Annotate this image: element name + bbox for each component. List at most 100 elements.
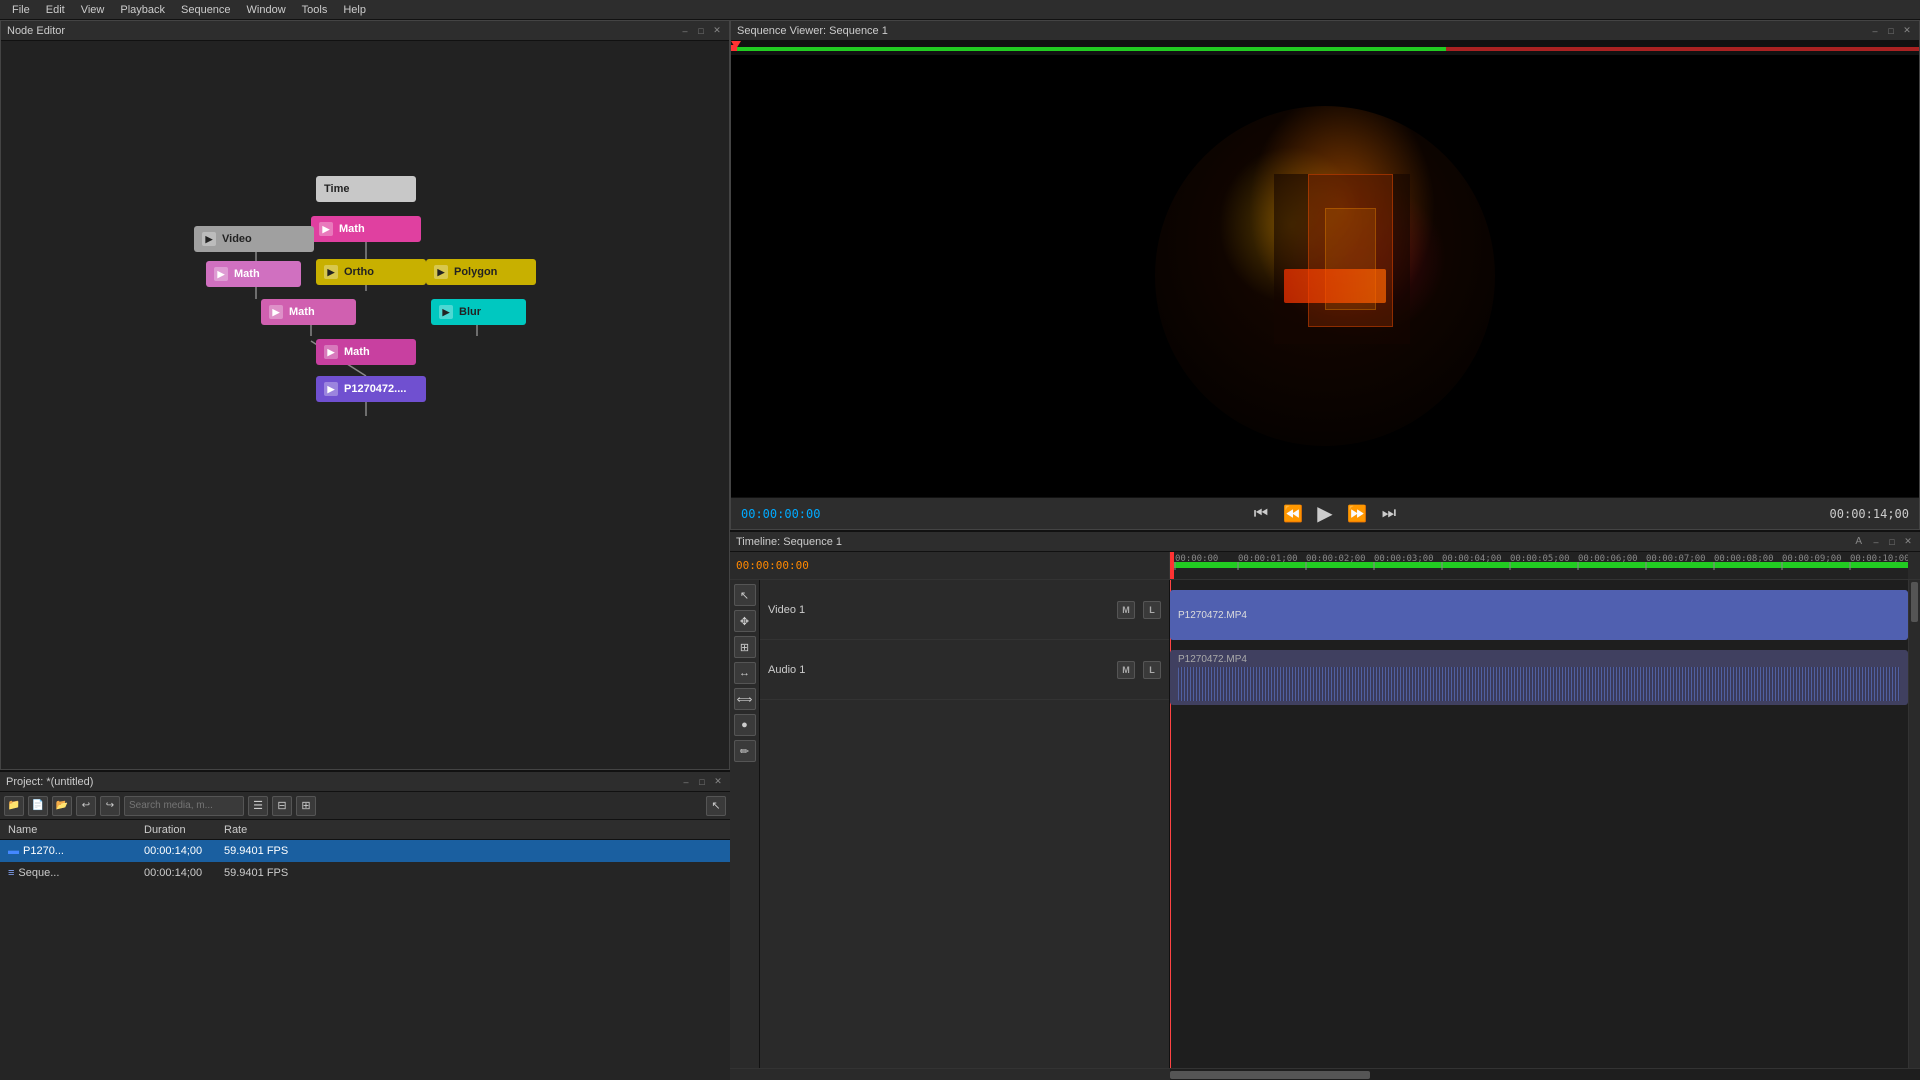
select-tool-btn[interactable]: ↖ (706, 796, 726, 816)
transport-controls: ⏮ ⏪ ▶ ⏩ ⏭ (1249, 502, 1401, 526)
audio1-label-text: Audio 1 (768, 664, 1109, 676)
list-view-btn[interactable]: ☰ (248, 796, 268, 816)
file-name-0: P1270... (23, 845, 64, 857)
project-list-header: Name Duration Rate (0, 820, 730, 840)
timeline-title-bar: Timeline: Sequence 1 A – □ ✕ (730, 532, 1920, 552)
node-math4[interactable]: ▶ Math (316, 339, 416, 365)
timeline-title-label: Timeline: Sequence 1 (736, 536, 842, 548)
svg-text:00:00:08;00: 00:00:08;00 (1714, 554, 1774, 564)
col-header-duration: Duration (144, 824, 224, 836)
node-canvas[interactable]: Time ▶ Math ▶ Video ▶ Math (1, 41, 729, 769)
node-video[interactable]: ▶ Video (194, 226, 314, 252)
node-editor-maximize[interactable]: □ (695, 25, 707, 37)
node-editor-minimize[interactable]: – (679, 25, 691, 37)
node-editor-title-bar: Node Editor – □ ✕ (1, 21, 729, 41)
video1-m-btn[interactable]: M (1117, 601, 1135, 619)
menu-help[interactable]: Help (335, 0, 374, 19)
viewer-controls: 00:00:00:00 ⏮ ⏪ ▶ ⏩ ⏭ 00:00:14;00 (731, 497, 1919, 529)
redo-btn[interactable]: ↪ (100, 796, 120, 816)
viewer-max-btn[interactable]: □ (1885, 25, 1897, 37)
edit-tool[interactable]: ✏ (734, 740, 756, 762)
viewer-close-btn[interactable]: ✕ (1901, 25, 1913, 37)
node-editor-panel: Node Editor – □ ✕ (0, 20, 730, 770)
project-max-btn[interactable]: □ (696, 776, 708, 788)
node-ortho[interactable]: ▶ Ortho (316, 259, 426, 285)
node-time[interactable]: Time (316, 176, 416, 202)
audio1-l-btn[interactable]: L (1143, 661, 1161, 679)
menu-tools[interactable]: Tools (294, 0, 336, 19)
viewer-min-btn[interactable]: – (1869, 25, 1881, 37)
video-clip-label: P1270472.MP4 (1178, 610, 1247, 621)
select-tool[interactable]: ↖ (734, 584, 756, 606)
svg-text:00:00:06;00: 00:00:06;00 (1578, 554, 1638, 564)
step-back-btn[interactable]: ⏪ (1281, 502, 1305, 526)
zoom-tool[interactable]: ⊞ (734, 636, 756, 658)
node-video-label: Video (222, 233, 252, 245)
node-math3-label: Math (289, 306, 315, 318)
col-header-name: Name (4, 824, 144, 836)
search-media-input[interactable] (124, 796, 244, 816)
menu-sequence[interactable]: Sequence (173, 0, 239, 19)
node-editor-label: Node Editor (7, 25, 65, 37)
project-min-btn[interactable]: – (680, 776, 692, 788)
audio-waveform (1178, 667, 1900, 701)
node-editor-close[interactable]: ✕ (711, 25, 723, 37)
timeline-min-btn[interactable]: – (1870, 536, 1882, 548)
node-ortho-label: Ortho (344, 266, 374, 278)
video-clip-p1270472[interactable]: P1270472.MP4 (1170, 590, 1908, 640)
viewer-image (1155, 106, 1495, 446)
file-icon-0: ▬ (8, 845, 19, 857)
viewer-time-total: 00:00:14;00 (1789, 507, 1909, 521)
to-start-btn[interactable]: ⏮ (1249, 502, 1273, 526)
slip-tool[interactable]: ⟺ (734, 688, 756, 710)
pen-tool[interactable]: ● (734, 714, 756, 736)
svg-text:00:00:09;00: 00:00:09;00 (1782, 554, 1842, 564)
trim-tool[interactable]: ↔ (734, 662, 756, 684)
node-math2-label: Math (234, 268, 260, 280)
viewer-scrub-bar[interactable] (731, 41, 1919, 55)
timeline-panel: Timeline: Sequence 1 A – □ ✕ 00:00:00:00 (730, 530, 1920, 1080)
node-polygon[interactable]: ▶ Polygon (426, 259, 536, 285)
timeline-track-labels: Video 1 M L Audio 1 M L (760, 580, 1170, 1068)
project-row-0[interactable]: ▬ P1270... 00:00:14;00 59.9401 FPS (0, 840, 730, 862)
node-p1270472[interactable]: ▶ P1270472.... (316, 376, 426, 402)
node-math2[interactable]: ▶ Math (206, 261, 301, 287)
undo-btn[interactable]: ↩ (76, 796, 96, 816)
audio1-m-btn[interactable]: M (1117, 661, 1135, 679)
svg-text:00:00:10;00: 00:00:10;00 (1850, 554, 1908, 564)
open-btn[interactable]: 📂 (52, 796, 72, 816)
play-btn[interactable]: ▶ (1313, 502, 1337, 526)
node-blur[interactable]: ▶ Blur (431, 299, 526, 325)
menu-window[interactable]: Window (239, 0, 294, 19)
timeline-max-btn[interactable]: □ (1886, 536, 1898, 548)
timeline-close-btn[interactable]: ✕ (1902, 536, 1914, 548)
menu-playback[interactable]: Playback (112, 0, 173, 19)
move-tool[interactable]: ✥ (734, 610, 756, 632)
timeline-h-scrollbar[interactable] (730, 1068, 1920, 1080)
sequence-viewer-panel: Sequence Viewer: Sequence 1 – □ ✕ (730, 20, 1920, 530)
node-math1[interactable]: ▶ Math (311, 216, 421, 242)
icon-view-btn[interactable]: ⊟ (272, 796, 292, 816)
audio-clip-p1270472[interactable]: P1270472.MP4 (1170, 650, 1908, 705)
timeline-tracks-content[interactable]: P1270472.MP4 P1270472.MP4 (1170, 580, 1908, 1068)
node-p127-label: P1270472.... (344, 383, 406, 395)
file-duration-1: 00:00:14;00 (144, 867, 224, 879)
project-close-btn[interactable]: ✕ (712, 776, 724, 788)
new-item-btn[interactable]: 📄 (28, 796, 48, 816)
menu-file[interactable]: File (4, 0, 38, 19)
node-blur-arrow: ▶ (439, 305, 453, 319)
project-row-1[interactable]: ≡ Seque... 00:00:14;00 59.9401 FPS (0, 862, 730, 884)
node-math2-arrow: ▶ (214, 267, 228, 281)
step-fwd-btn[interactable]: ⏩ (1345, 502, 1369, 526)
to-end-btn[interactable]: ⏭ (1377, 502, 1401, 526)
video1-l-btn[interactable]: L (1143, 601, 1161, 619)
audio-clip-label: P1270472.MP4 (1178, 654, 1900, 665)
node-math3[interactable]: ▶ Math (261, 299, 356, 325)
file-icon-1: ≡ (8, 867, 14, 879)
timeline-v-scrollbar[interactable] (1908, 580, 1920, 1068)
timeline-ruler[interactable]: 00:00:00 00:00:01;00 00:00:02;00 00:00:0… (1170, 552, 1908, 579)
grid-view-btn[interactable]: ⊞ (296, 796, 316, 816)
new-bin-btn[interactable]: 📁 (4, 796, 24, 816)
menu-view[interactable]: View (73, 0, 113, 19)
menu-edit[interactable]: Edit (38, 0, 73, 19)
